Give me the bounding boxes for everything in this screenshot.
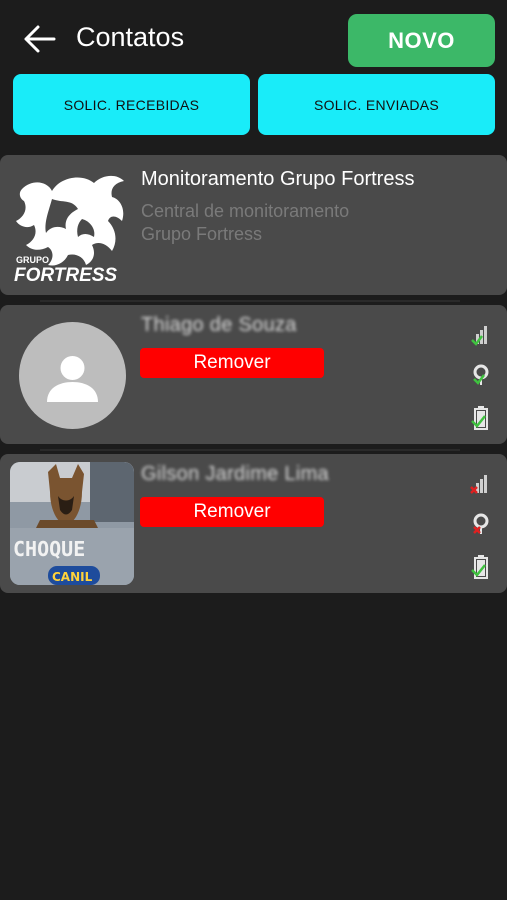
remove-contact-button[interactable]: Remover bbox=[140, 497, 324, 527]
central-description-line1: Central de monitoramento bbox=[141, 201, 350, 221]
decor-line bbox=[40, 449, 460, 451]
logo-text-main: FORTRESS bbox=[14, 265, 117, 284]
sent-requests-button[interactable]: SOLIC. ENVIADAS bbox=[258, 74, 495, 135]
central-card[interactable]: GRUPO FORTRESS Monitoramento Grupo Fortr… bbox=[0, 155, 507, 295]
logo-text-top: GRUPO bbox=[16, 255, 49, 265]
dog-photo: CHOQUE CANIL bbox=[10, 462, 134, 585]
arrow-left-icon[interactable] bbox=[22, 24, 56, 54]
contact-card[interactable]: CHOQUE CANIL Gilson Jardime Lima Remover bbox=[0, 454, 507, 593]
contact-name: Gilson Jardime Lima bbox=[141, 463, 329, 485]
central-description: Central de monitoramento Grupo Fortress bbox=[141, 200, 441, 246]
battery-ok-icon bbox=[471, 406, 488, 430]
remove-contact-button[interactable]: Remover bbox=[140, 348, 324, 378]
signal-error-icon bbox=[470, 475, 487, 494]
person-placeholder-icon bbox=[47, 356, 98, 402]
page-title: Contatos bbox=[76, 22, 185, 52]
battery-ok-icon bbox=[471, 555, 488, 579]
avatar: CHOQUE CANIL bbox=[10, 462, 134, 585]
central-name: Monitoramento Grupo Fortress bbox=[141, 168, 415, 190]
fortress-logo: GRUPO FORTRESS bbox=[14, 175, 124, 284]
received-requests-button[interactable]: SOLIC. RECEBIDAS bbox=[13, 74, 250, 135]
contact-card[interactable]: Thiago de Souza Remover bbox=[0, 305, 507, 444]
central-description-line2: Grupo Fortress bbox=[141, 224, 263, 244]
contact-name: Thiago de Souza bbox=[141, 314, 297, 336]
signal-ok-icon bbox=[471, 326, 487, 346]
avatar bbox=[19, 322, 126, 429]
decor-line bbox=[40, 300, 460, 302]
new-contact-button[interactable]: NOVO bbox=[348, 14, 495, 67]
location-ok-icon bbox=[473, 364, 489, 385]
photo-text-choque: CHOQUE bbox=[13, 537, 85, 561]
location-error-icon bbox=[473, 513, 489, 534]
top-bar: Contatos NOVO bbox=[0, 0, 507, 74]
photo-text-canil: CANIL bbox=[52, 570, 93, 584]
